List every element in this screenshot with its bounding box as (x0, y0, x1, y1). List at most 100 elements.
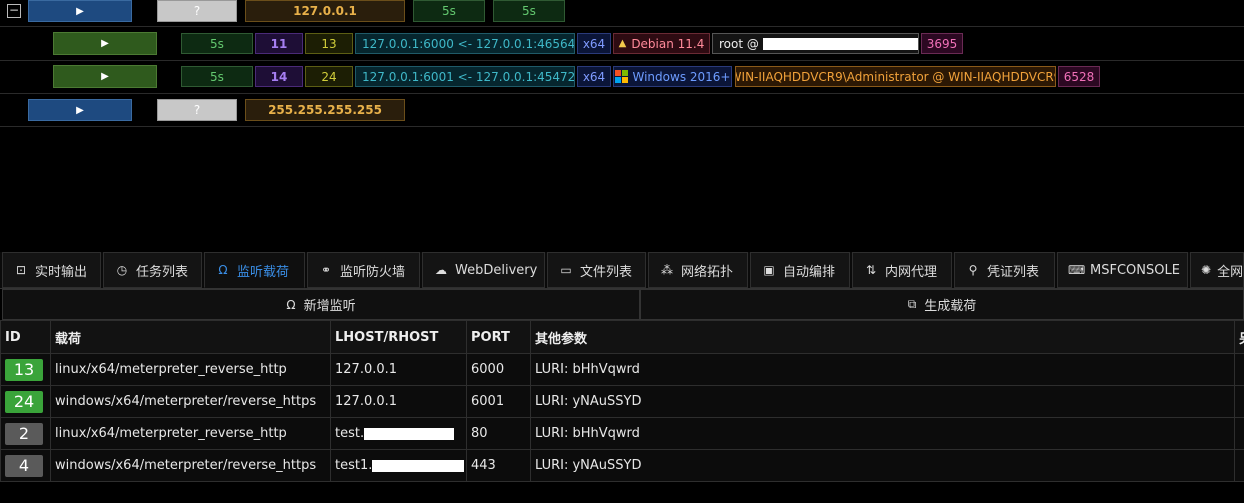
tab-network-topology[interactable]: ⁂ 网络拓扑 (648, 252, 748, 288)
link-icon: ⚭ (320, 263, 332, 277)
tab-file-list[interactable]: ▭ 文件列表 (547, 252, 646, 288)
tab-global[interactable]: ✺ 全网 (1190, 252, 1244, 288)
listener-extra (1234, 385, 1244, 418)
headphones-icon: Ω (218, 263, 228, 277)
new-listener-button[interactable]: Ω 新增监听 (2, 289, 640, 320)
column-header-params[interactable]: 其他参数 (530, 320, 1235, 354)
linux-tux-icon: ▲ (618, 38, 627, 49)
redacted-hostname (762, 37, 918, 50)
tab-label: 监听防火墙 (340, 264, 406, 280)
listener-payload: linux/x64/meterpreter_reverse_http (50, 353, 331, 386)
status-badge: ? (157, 99, 237, 121)
host-heartbeat: 5s (493, 0, 565, 22)
host-row: ▶ ? 255.255.255.255 (0, 94, 1244, 127)
tab-intranet-proxy[interactable]: ⇅ 内网代理 (852, 252, 952, 288)
session-user: WIN-IIAQHDDVCR9\Administrator @ WIN-IIAQ… (735, 66, 1056, 87)
listener-payload: windows/x64/meterpreter/reverse_https (50, 385, 331, 418)
listener-extra (1234, 353, 1244, 386)
table-row[interactable]: 24 windows/x64/meterpreter/reverse_https… (0, 385, 1244, 418)
listener-id-badge[interactable]: 4 (5, 454, 43, 477)
tab-listener-firewall[interactable]: ⚭ 监听防火墙 (307, 252, 420, 288)
cloud-icon: ☁ (435, 263, 447, 277)
play-icon: ▶ (101, 38, 109, 49)
column-header-host[interactable]: LHOST/RHOST (330, 320, 467, 354)
redacted-hostname (364, 427, 455, 440)
listener-params: LURI: yNAuSSYD (530, 449, 1235, 482)
tab-label: 网络拓扑 (681, 264, 734, 280)
tab-label: 全网 (1217, 264, 1244, 280)
generate-payload-button[interactable]: ⧉ 生成载荷 (640, 289, 1244, 320)
listener-payload: linux/x64/meterpreter_reverse_http (50, 417, 331, 450)
table-header-row: ID 载荷 LHOST/RHOST PORT 其他参数 另 (0, 320, 1244, 354)
listener-id-cell: 4 (0, 449, 51, 482)
session-arch: x64 (577, 33, 611, 54)
tab-label: 实时输出 (35, 264, 88, 280)
session-row[interactable]: ▶ 5s 14 24 127.0.0.1:6001 <- 127.0.0.1:4… (0, 61, 1244, 94)
tab-webdelivery[interactable]: ☁ WebDelivery (422, 252, 545, 288)
tab-label: 自动编排 (783, 264, 836, 280)
column-header-id[interactable]: ID (0, 320, 51, 354)
console-icon: ⌨ (1068, 263, 1086, 277)
tab-label: MSFCONSOLE (1090, 262, 1180, 278)
status-badge: ? (157, 0, 237, 22)
listener-host: test. (335, 426, 365, 441)
tab-bar: ⊡ 实时输出 ◷ 任务列表 Ω 监听载荷 ⚭ 监听防火墙 ☁ WebDelivery ▭ 文… (0, 252, 1244, 289)
play-button[interactable]: ▶ (28, 0, 132, 22)
session-row[interactable]: ▶ 5s 11 13 127.0.0.1:6000 <- 127.0.0.1:4… (0, 28, 1244, 61)
play-icon: ▶ (76, 104, 84, 116)
column-header-port[interactable]: PORT (466, 320, 531, 354)
table-row[interactable]: 4 windows/x64/meterpreter/reverse_https … (0, 449, 1244, 482)
host-ip: 127.0.0.1 (245, 0, 405, 22)
play-button[interactable]: ▶ (28, 99, 132, 121)
play-icon: ▶ (101, 71, 109, 82)
column-header-extra[interactable]: 另 (1234, 320, 1244, 354)
listener-id-badge[interactable]: 13 (5, 358, 43, 381)
session-tunnel: 127.0.0.1:6000 <- 127.0.0.1:46564 保留 (355, 33, 575, 54)
session-arch: x64 (577, 66, 611, 87)
tab-msfconsole[interactable]: ⌨ MSFCONSOLE (1057, 252, 1188, 288)
play-button[interactable]: ▶ (53, 32, 157, 55)
listener-table: ID 载荷 LHOST/RHOST PORT 其他参数 另 13 linux/x… (0, 320, 1244, 482)
listener-host-cell: test. (330, 417, 467, 450)
listener-host-cell: test1. (330, 449, 467, 482)
listener-id-badge[interactable]: 24 (5, 390, 43, 413)
tab-label: 监听载荷 (237, 264, 290, 280)
table-row[interactable]: 13 linux/x64/meterpreter_reverse_http 12… (0, 353, 1244, 386)
host-row: − ▶ ? 127.0.0.1 5s 5s (0, 0, 1244, 27)
session-os: Windows 2016+ (613, 66, 732, 87)
listener-id-badge[interactable]: 2 (5, 422, 43, 445)
copy-icon: ⧉ (907, 297, 917, 311)
tab-label: WebDelivery (455, 262, 538, 278)
redacted-hostname (372, 459, 465, 472)
session-id: 14 (255, 66, 303, 87)
listener-extra (1234, 449, 1244, 482)
column-header-payload[interactable]: 载荷 (50, 320, 331, 354)
listener-payload: windows/x64/meterpreter/reverse_https (50, 449, 331, 482)
tab-task-list[interactable]: ◷ 任务列表 (103, 252, 202, 288)
host-ip: 255.255.255.255 (245, 99, 405, 121)
listener-id-cell: 13 (0, 353, 51, 386)
tab-credentials[interactable]: ⚲ 凭证列表 (954, 252, 1055, 288)
listener-id-cell: 24 (0, 385, 51, 418)
listener-params: LURI: yNAuSSYD (530, 385, 1235, 418)
session-pid: 6528 (1058, 66, 1100, 87)
headphones-icon: Ω (286, 297, 296, 312)
job-id: 13 (305, 33, 353, 54)
globe-icon: ✺ (1201, 263, 1212, 277)
tab-automation[interactable]: ▣ 自动编排 (750, 252, 850, 288)
session-time: 5s (181, 33, 253, 54)
tab-label: 凭证列表 (987, 264, 1040, 280)
listener-host: test1. (335, 458, 373, 473)
collapse-toggle[interactable]: − (7, 4, 21, 18)
listener-host: 127.0.0.1 (330, 353, 467, 386)
session-user-label: root @ (719, 36, 759, 51)
play-button[interactable]: ▶ (53, 65, 157, 88)
session-id: 11 (255, 33, 303, 54)
session-os-label: Windows 2016+ (632, 69, 731, 84)
table-row[interactable]: 2 linux/x64/meterpreter_reverse_http tes… (0, 417, 1244, 450)
session-os: ▲ Debian 11.4 (613, 33, 710, 54)
tab-label: 内网代理 (885, 264, 938, 280)
session-time: 5s (181, 66, 253, 87)
tab-realtime-output[interactable]: ⊡ 实时输出 (2, 252, 101, 288)
tab-listeners[interactable]: Ω 监听载荷 (204, 252, 305, 288)
